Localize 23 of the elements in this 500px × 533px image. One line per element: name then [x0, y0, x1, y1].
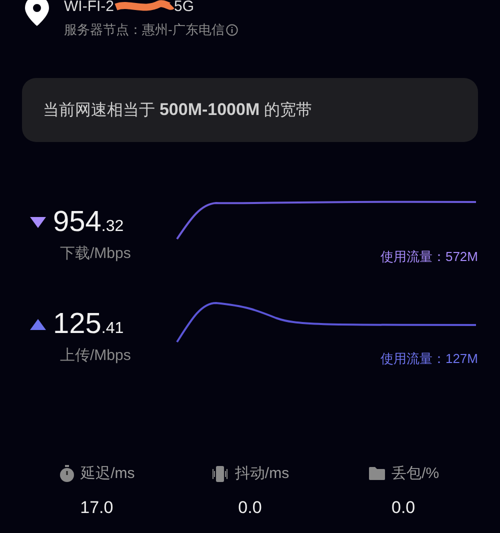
speed-decimals: .32 [101, 216, 124, 236]
location-pin-icon [24, 0, 50, 26]
stat-label: 延迟/ms [80, 464, 135, 484]
speed-decimals: .41 [101, 319, 124, 339]
folder-icon [368, 466, 386, 482]
traffic-used-text: 使用流量：572M [380, 248, 478, 266]
stat-value: 17.0 [80, 497, 114, 519]
server-node-text: 服务器节点：惠州-广东电信 [64, 21, 224, 39]
speed-value: 954 [53, 206, 102, 238]
speed-value: 125 [53, 308, 102, 340]
speed-unit: 下载/Mbps [60, 244, 132, 264]
info-icon[interactable] [226, 24, 238, 36]
network-name: 5G [174, 0, 194, 14]
stat-value: 0.0 [238, 497, 262, 519]
speed-unit: 上传/Mbps [60, 346, 132, 366]
stat-label: 抖动/ms [234, 464, 290, 484]
network-name: WI-FI-2 [64, 0, 114, 14]
traffic-used-text: 使用流量：127M [380, 350, 478, 368]
summary-text: 当前网速相当于 500M-1000M 的宽带 [43, 98, 312, 120]
stopwatch-icon [58, 465, 75, 482]
stat-label: 丢包/% [392, 464, 440, 484]
vibration-icon [210, 464, 229, 483]
stat-value: 0.0 [392, 497, 416, 519]
